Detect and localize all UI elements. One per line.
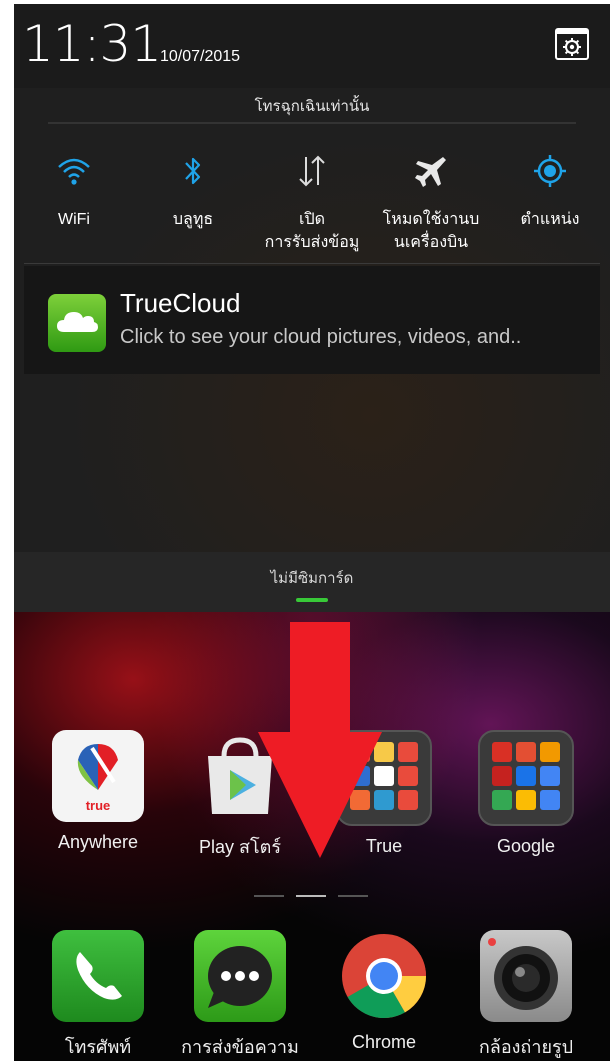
app-label: โทรศัพท์	[64, 1037, 132, 1057]
airplane-icon	[371, 146, 491, 196]
messaging-icon	[194, 930, 286, 1022]
qs-location[interactable]: ตำแหน่ง	[490, 146, 610, 231]
no-sim-bar: ไม่มีซิมการ์ด	[14, 552, 610, 612]
divider	[48, 122, 576, 124]
swipe-down-arrow-icon	[258, 622, 382, 858]
phone-screen: 11:31 10/07/2015 โทรฉุกเฉินเท่านั้น WiFi…	[14, 4, 610, 1061]
notification-title: TrueCloud	[120, 288, 241, 318]
dock-camera[interactable]: กล้องถ่ายรูป	[466, 930, 586, 1061]
qs-bluetooth[interactable]: บลูทูธ	[133, 146, 253, 231]
svg-text:true: true	[86, 798, 111, 813]
clock: 11:31	[22, 15, 162, 73]
settings-button[interactable]	[555, 26, 589, 60]
chrome-icon	[338, 930, 430, 1022]
no-sim-label: ไม่มีซิมการ์ด	[270, 570, 354, 587]
quick-settings: WiFi บลูทูธ เปิด การรับส่งข้อมู โหมดใช้ง…	[14, 146, 610, 266]
dock-messaging[interactable]: การส่งข้อความ	[180, 930, 300, 1061]
app-google-folder[interactable]: Google	[466, 730, 586, 857]
settings-icon	[555, 28, 589, 60]
qs-airplane-mode[interactable]: โหมดใช้งานบ นเครื่องบิน	[371, 146, 491, 254]
qs-wifi[interactable]: WiFi	[14, 146, 134, 231]
emergency-calls-only: โทรฉุกเฉินเท่านั้น	[254, 98, 370, 115]
app-label: การส่งข้อความ	[181, 1037, 299, 1057]
app-label: Google	[496, 836, 556, 856]
qs-mobile-data[interactable]: เปิด การรับส่งข้อมู	[252, 146, 372, 254]
drag-handle[interactable]	[296, 598, 328, 602]
notification-text: Click to see your cloud pictures, videos…	[120, 326, 522, 348]
camera-icon	[480, 930, 572, 1022]
divider	[24, 263, 600, 264]
app-label: Anywhere	[57, 832, 139, 852]
phone-icon	[52, 930, 144, 1022]
qs-label: ตำแหน่ง	[520, 211, 580, 228]
page-indicator	[254, 895, 370, 898]
bluetooth-icon	[133, 146, 253, 196]
data-transfer-icon	[252, 146, 372, 196]
location-icon	[490, 146, 610, 196]
qs-label: โหมดใช้งานบ นเครื่องบิน	[382, 211, 480, 251]
truecloud-notification[interactable]: TrueCloud Click to see your cloud pictur…	[24, 266, 600, 374]
qs-label: เปิด การรับส่งข้อมู	[264, 211, 360, 251]
qs-label: บลูทูธ	[172, 211, 214, 228]
dock-chrome[interactable]: Chrome	[324, 930, 444, 1053]
app-label: Chrome	[351, 1032, 417, 1052]
wifi-icon	[14, 146, 134, 196]
date: 10/07/2015	[160, 48, 241, 65]
app-label: กล้องถ่ายรูป	[478, 1037, 574, 1057]
dock-phone[interactable]: โทรศัพท์	[38, 930, 158, 1061]
truevisions-icon: true	[52, 730, 144, 822]
qs-label: WiFi	[58, 211, 90, 228]
google-folder-icon	[478, 730, 574, 826]
app-anywhere[interactable]: true Anywhere	[38, 730, 158, 853]
truecloud-icon	[48, 294, 106, 352]
status-bar: 11:31 10/07/2015	[14, 4, 610, 88]
notification-panel: โทรฉุกเฉินเท่านั้น WiFi บลูทูธ เปิด การร…	[14, 88, 610, 556]
